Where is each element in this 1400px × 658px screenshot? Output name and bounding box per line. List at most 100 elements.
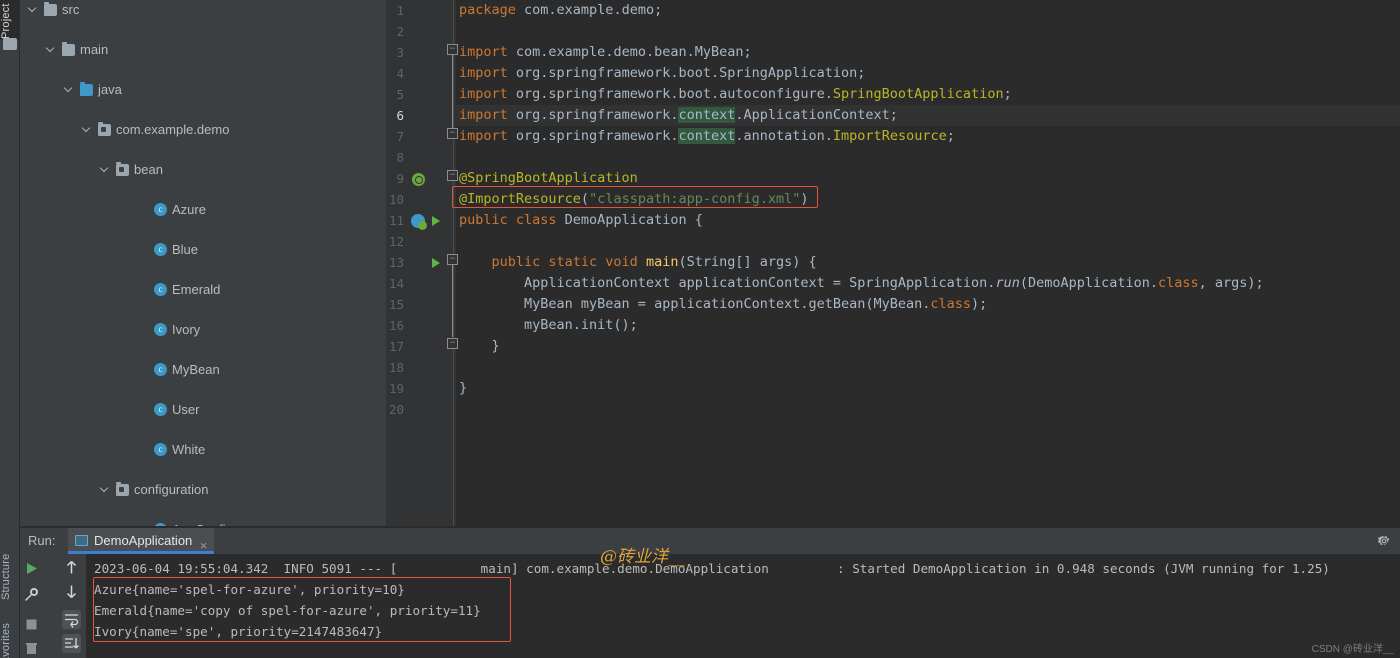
code-editor[interactable]: 1 2 3 4 5 6 7 8 9 10 11 12 13 14 15 16 17 18 19 20 − − − − … [386, 0, 1400, 528]
tree-item-ivory[interactable]: Ivory [20, 320, 386, 340]
tree-item-com-example-demo[interactable]: com.example.demo [20, 120, 386, 140]
tree-item-blue[interactable]: Blue [20, 240, 386, 260]
run-tab-strip: Run: DemoApplication × [20, 528, 1400, 554]
run-icon[interactable] [23, 560, 40, 577]
tool-window-tab-project[interactable]: Project [0, 0, 20, 40]
line-number: 20 [388, 402, 404, 417]
tree-item-label: java [98, 82, 122, 97]
run-toolbar-right [58, 554, 84, 658]
code-line[interactable]: public class DemoApplication { [459, 210, 703, 231]
chevron-down-icon[interactable] [98, 480, 109, 500]
line-number: 18 [388, 360, 404, 375]
line-number: 2 [396, 24, 404, 39]
spring-boot-class-icon[interactable] [411, 214, 427, 230]
line-number: 6 [396, 108, 404, 123]
console-icon [75, 535, 88, 546]
line-number: 16 [388, 318, 404, 333]
center-watermark: @砖业洋__ [600, 547, 685, 567]
line-number: 10 [388, 192, 404, 207]
console-line: 2023-06-04 19:55:04.342 INFO 5091 --- [ … [94, 561, 1330, 576]
tool-window-tab-favorites[interactable]: Favorites [0, 600, 20, 658]
console-output[interactable]: 2023-06-04 19:55:04.342 INFO 5091 --- [ … [86, 554, 1400, 658]
java-class-icon [154, 203, 167, 216]
console-line: Azure{name='spel-for-azure', priority=10… [94, 582, 405, 597]
tree-item-label: Azure [172, 202, 206, 217]
fold-region-line-imports [452, 55, 455, 135]
ide-window: Project Structure Favorites src main java c… [0, 0, 1400, 658]
line-number: 7 [396, 129, 404, 144]
project-tree[interactable]: src main java com.example.demo bean Azure Blue… [20, 0, 386, 528]
line-number: 12 [388, 234, 404, 249]
down-arrow-icon[interactable] [62, 582, 81, 601]
java-class-icon [154, 403, 167, 416]
tree-item-configuration[interactable]: configuration [20, 480, 386, 500]
tree-item-src[interactable]: src [20, 0, 386, 20]
folder-source-icon [80, 82, 93, 96]
trash-icon[interactable] [23, 640, 40, 657]
code-line[interactable]: ApplicationContext applicationContext = … [459, 273, 1264, 294]
tree-item-label: bean [134, 162, 163, 177]
wrench-icon[interactable] [23, 586, 40, 603]
tree-item-azure[interactable]: Azure [20, 200, 386, 220]
code-line[interactable]: public static void main(String[] args) { [459, 252, 817, 273]
code-text-area[interactable]: package com.example.demo; import com.exam… [456, 0, 1400, 528]
code-line[interactable]: MyBean myBean = applicationContext.getBe… [459, 294, 987, 315]
tree-item-emerald[interactable]: Emerald [20, 280, 386, 300]
run-gutter-icon[interactable] [432, 216, 440, 226]
package-icon [98, 122, 111, 136]
tree-item-java[interactable]: java [20, 80, 386, 100]
java-class-icon [154, 443, 167, 456]
tree-item-label: src [62, 2, 80, 17]
console-line: Emerald{name='copy of spel-for-azure', p… [94, 603, 481, 618]
chevron-down-icon[interactable] [44, 40, 55, 60]
run-gutter-icon[interactable] [432, 258, 440, 268]
java-class-icon [154, 283, 167, 296]
run-panel-label: Run: [28, 533, 56, 548]
project-folder-icon [3, 38, 17, 50]
run-tab-demoapplication[interactable]: DemoApplication × [68, 528, 215, 554]
tree-item-bean[interactable]: bean [20, 160, 386, 180]
run-tool-window: Run: DemoApplication × 2023-06-04 19:55:… [20, 528, 1400, 658]
soft-wrap-icon[interactable] [62, 610, 81, 629]
chevron-down-icon[interactable] [98, 160, 109, 180]
tree-item-label: com.example.demo [116, 122, 230, 137]
code-line[interactable]: myBean.init(); [459, 315, 638, 336]
package-icon [116, 482, 129, 496]
tree-item-white[interactable]: White [20, 440, 386, 460]
code-line[interactable]: import org.springframework.context.annot… [459, 126, 955, 147]
scroll-to-end-icon[interactable] [62, 634, 81, 653]
line-number: 1 [396, 3, 404, 18]
left-tool-window-bar: Project Structure Favorites [0, 0, 20, 658]
package-icon [116, 162, 129, 176]
line-number: 9 [396, 171, 404, 186]
tree-item-user[interactable]: User [20, 400, 386, 420]
code-line[interactable]: } [459, 378, 467, 399]
chevron-down-icon[interactable] [26, 0, 37, 20]
line-number: 4 [396, 66, 404, 81]
chevron-down-icon[interactable] [62, 80, 73, 100]
line-number: 14 [388, 276, 404, 291]
tool-window-tab-structure[interactable]: Structure [0, 520, 20, 600]
code-line[interactable]: import org.springframework.context.Appli… [459, 105, 898, 126]
gear-icon[interactable] [1377, 534, 1391, 548]
tree-item-main[interactable]: main [20, 40, 386, 60]
tree-item-label: main [80, 42, 109, 57]
tree-item-mybean[interactable]: MyBean [20, 360, 386, 380]
java-class-icon [154, 323, 167, 336]
line-number: 5 [396, 87, 404, 102]
corner-watermark: CSDN @砖业洋__ [1311, 644, 1394, 655]
code-line[interactable]: package com.example.demo; [459, 0, 662, 21]
line-number: 19 [388, 381, 404, 396]
console-line: Ivory{name='spe', priority=2147483647} [94, 624, 383, 639]
chevron-down-icon[interactable] [80, 120, 91, 140]
editor-gutter[interactable]: 1 2 3 4 5 6 7 8 9 10 11 12 13 14 15 16 17 18 19 20 [386, 0, 456, 528]
code-line[interactable]: import com.example.demo.bean.MyBean; [459, 42, 752, 63]
line-number: 13 [388, 255, 404, 270]
code-line[interactable]: import org.springframework.boot.autoconf… [459, 84, 1012, 105]
tree-item-label: configuration [134, 482, 209, 497]
code-line[interactable]: import org.springframework.boot.SpringAp… [459, 63, 865, 84]
stop-icon[interactable] [23, 616, 40, 633]
spring-bean-leaf-icon[interactable] [412, 173, 425, 186]
up-arrow-icon[interactable] [62, 558, 81, 577]
code-line[interactable]: } [459, 336, 500, 357]
